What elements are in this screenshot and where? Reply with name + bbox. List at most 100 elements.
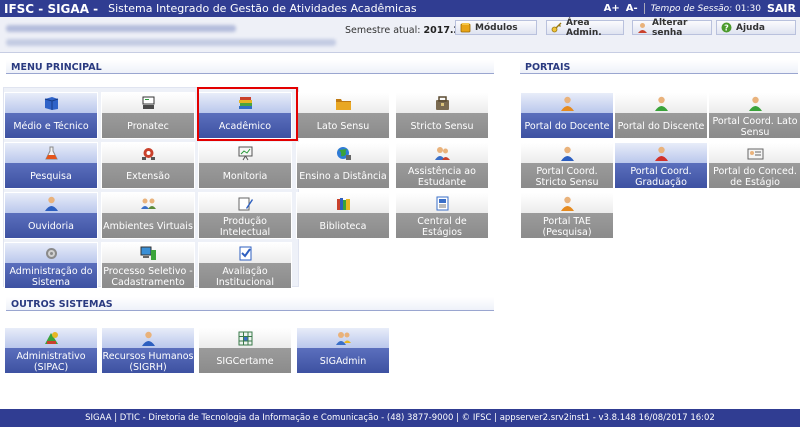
divider: [643, 3, 645, 14]
ajuda-button[interactable]: ? Ajuda: [716, 20, 796, 35]
tile-label: Avaliação Institucional: [199, 263, 291, 288]
user-key-icon: [637, 22, 648, 33]
current-semester: Semestre atual: 2017.2: [345, 25, 460, 36]
logout-button[interactable]: SAIR: [767, 2, 796, 15]
menu-principal-tile-ensino-a-distancia[interactable]: Ensino a Distância: [296, 142, 390, 189]
brand: IFSC - SIGAA -: [4, 1, 99, 16]
tile-label: Biblioteca: [297, 213, 389, 238]
menu-principal-tile-assistencia-ao-estudante[interactable]: Assistência ao Estudante: [395, 142, 489, 189]
network-icon: [140, 146, 157, 161]
tile-icon-area: [709, 93, 800, 113]
svg-text:?: ?: [724, 24, 729, 33]
checklist-icon: [237, 246, 254, 261]
system-name: Sistema Integrado de Gestão de Atividade…: [108, 2, 417, 15]
menu-principal-tile-biblioteca[interactable]: Biblioteca: [296, 192, 390, 239]
portais-tile-portal-do-discente[interactable]: Portal do Discente: [614, 92, 708, 139]
tile-icon-area: [297, 328, 389, 348]
font-decrease-button[interactable]: A-: [626, 3, 638, 14]
tile-icon-area: [297, 93, 389, 113]
book-icon: [43, 96, 60, 111]
tile-label: Extensão: [102, 163, 194, 188]
tile-label: Stricto Sensu: [396, 113, 488, 138]
tile-icon-area: [396, 193, 488, 213]
menu-principal-tile-administracao-do-sistema[interactable]: Administração do Sistema: [4, 242, 98, 289]
outros-sistemas-tile-sigadmin[interactable]: SIGAdmin: [296, 327, 390, 374]
tile-label: SIGCertame: [199, 348, 291, 373]
tile-icon-area: [5, 328, 97, 348]
menu-principal-tile-processo-seletivo-cadastramento[interactable]: Processo Seletivo - Cadastramento: [101, 242, 195, 289]
tile-icon-area: [5, 93, 97, 113]
menu-principal-tile-pesquisa[interactable]: Pesquisa: [4, 142, 98, 189]
tile-icon-area: [102, 328, 194, 348]
user-green-icon: [653, 96, 670, 111]
tile-label: SIGAdmin: [297, 348, 389, 373]
tile-label: Portal do Conced. de Estágio: [709, 163, 800, 188]
tile-icon-area: [709, 143, 800, 163]
menu-principal-tile-monitoria[interactable]: Monitoria: [198, 142, 292, 189]
portais-tile-portal-coord-lato-sensu[interactable]: Portal Coord. Lato Sensu: [708, 92, 800, 139]
menu-principal-tile-ambientes-virtuais[interactable]: Ambientes Virtuais: [101, 192, 195, 239]
classroom-icon: [140, 96, 157, 111]
tile-label: Processo Seletivo - Cadastramento: [102, 263, 194, 288]
user-red-icon: [653, 146, 670, 161]
alterar-senha-button[interactable]: Alterar senha: [632, 18, 712, 38]
portais-tile-portal-coord-graduacao[interactable]: Portal Coord. Graduação: [614, 142, 708, 189]
menu-principal-tile-central-de-estagios[interactable]: Central de Estágios: [395, 192, 489, 239]
globe-icon: [335, 146, 352, 161]
portais-tile-portal-do-conced-de-estagio[interactable]: Portal do Conced. de Estágio: [708, 142, 800, 189]
tile-label: Pesquisa: [5, 163, 97, 188]
tile-label: Administrativo (SIPAC): [5, 348, 97, 373]
outros-sistemas-tile-recursos-humanos-sigrh[interactable]: Recursos Humanos (SIGRH): [101, 327, 195, 374]
session-time: 01:30: [735, 3, 761, 14]
area-admin-button[interactable]: Área Admin.: [546, 17, 624, 38]
font-increase-button[interactable]: A+: [604, 3, 620, 14]
menu-principal-tile-lato-sensu[interactable]: Lato Sensu: [296, 92, 390, 139]
tile-icon-area: [199, 143, 291, 163]
admin-users-icon: [335, 331, 352, 346]
outros-sistemas-tile-sigcertame[interactable]: SIGCertame: [198, 327, 292, 374]
tile-icon-area: [5, 143, 97, 163]
tile-label: Recursos Humanos (SIGRH): [102, 348, 194, 373]
session-timer: Tempo de Sessão: 01:30: [651, 4, 761, 14]
tile-label: Portal Coord. Graduação: [615, 163, 707, 188]
menu-principal-tile-ouvidoria[interactable]: Ouvidoria: [4, 192, 98, 239]
tile-icon-area: [102, 243, 194, 263]
menu-principal-tile-pronatec[interactable]: Pronatec: [101, 92, 195, 139]
menu-principal-tile-stricto-sensu[interactable]: Stricto Sensu: [395, 92, 489, 139]
modulos-label: Módulos: [475, 22, 518, 33]
menu-principal-tile-medio-e-tecnico[interactable]: Médio e Técnico: [4, 92, 98, 139]
menu-principal-tile-extensao[interactable]: Extensão: [101, 142, 195, 189]
top-bar: IFSC - SIGAA - Sistema Integrado de Gest…: [0, 0, 800, 17]
menu-principal-tile-avaliacao-institucional[interactable]: Avaliação Institucional: [198, 242, 292, 289]
portais-tile-portal-tae-pesquisa[interactable]: Portal TAE (Pesquisa): [520, 192, 614, 239]
portais-tile-portal-coord-stricto-sensu[interactable]: Portal Coord. Stricto Sensu: [520, 142, 614, 189]
portais-tile-portal-do-docente[interactable]: Portal do Docente: [520, 92, 614, 139]
tile-icon-area: [521, 93, 613, 113]
tile-icon-area: [102, 193, 194, 213]
user-name-redacted: [6, 25, 236, 32]
area-admin-label: Área Admin.: [566, 17, 602, 38]
bag-icon: [434, 96, 451, 111]
top-bar-right: A+ A- Tempo de Sessão: 01:30 SAIR: [604, 0, 796, 17]
outros-sistemas-tile-administrativo-sipac[interactable]: Administrativo (SIPAC): [4, 327, 98, 374]
tile-label: Portal TAE (Pesquisa): [521, 213, 613, 238]
tile-label: Ensino a Distância: [297, 163, 389, 188]
tile-icon-area: [102, 93, 194, 113]
tile-icon-area: [297, 193, 389, 213]
tile-icon-area: [615, 93, 707, 113]
outros-sistemas-title: OUTROS SISTEMAS: [6, 297, 494, 311]
tile-label: Central de Estágios: [396, 213, 488, 238]
tile-label: Administração do Sistema: [5, 263, 97, 288]
folder-icon: [335, 96, 352, 111]
key-icon: [551, 22, 562, 33]
tile-label: Portal do Docente: [521, 113, 613, 138]
menu-principal-tile-producao-intelectual[interactable]: Produção Intelectual: [198, 192, 292, 239]
tile-icon-area: [297, 143, 389, 163]
user-icon: [43, 196, 60, 211]
tile-icon-area: [199, 193, 291, 213]
tile-icon-area: [5, 243, 97, 263]
tile-label: Produção Intelectual: [199, 213, 291, 238]
modulos-button[interactable]: Módulos: [455, 20, 537, 35]
tile-label: Monitoria: [199, 163, 291, 188]
users-icon: [434, 146, 451, 161]
